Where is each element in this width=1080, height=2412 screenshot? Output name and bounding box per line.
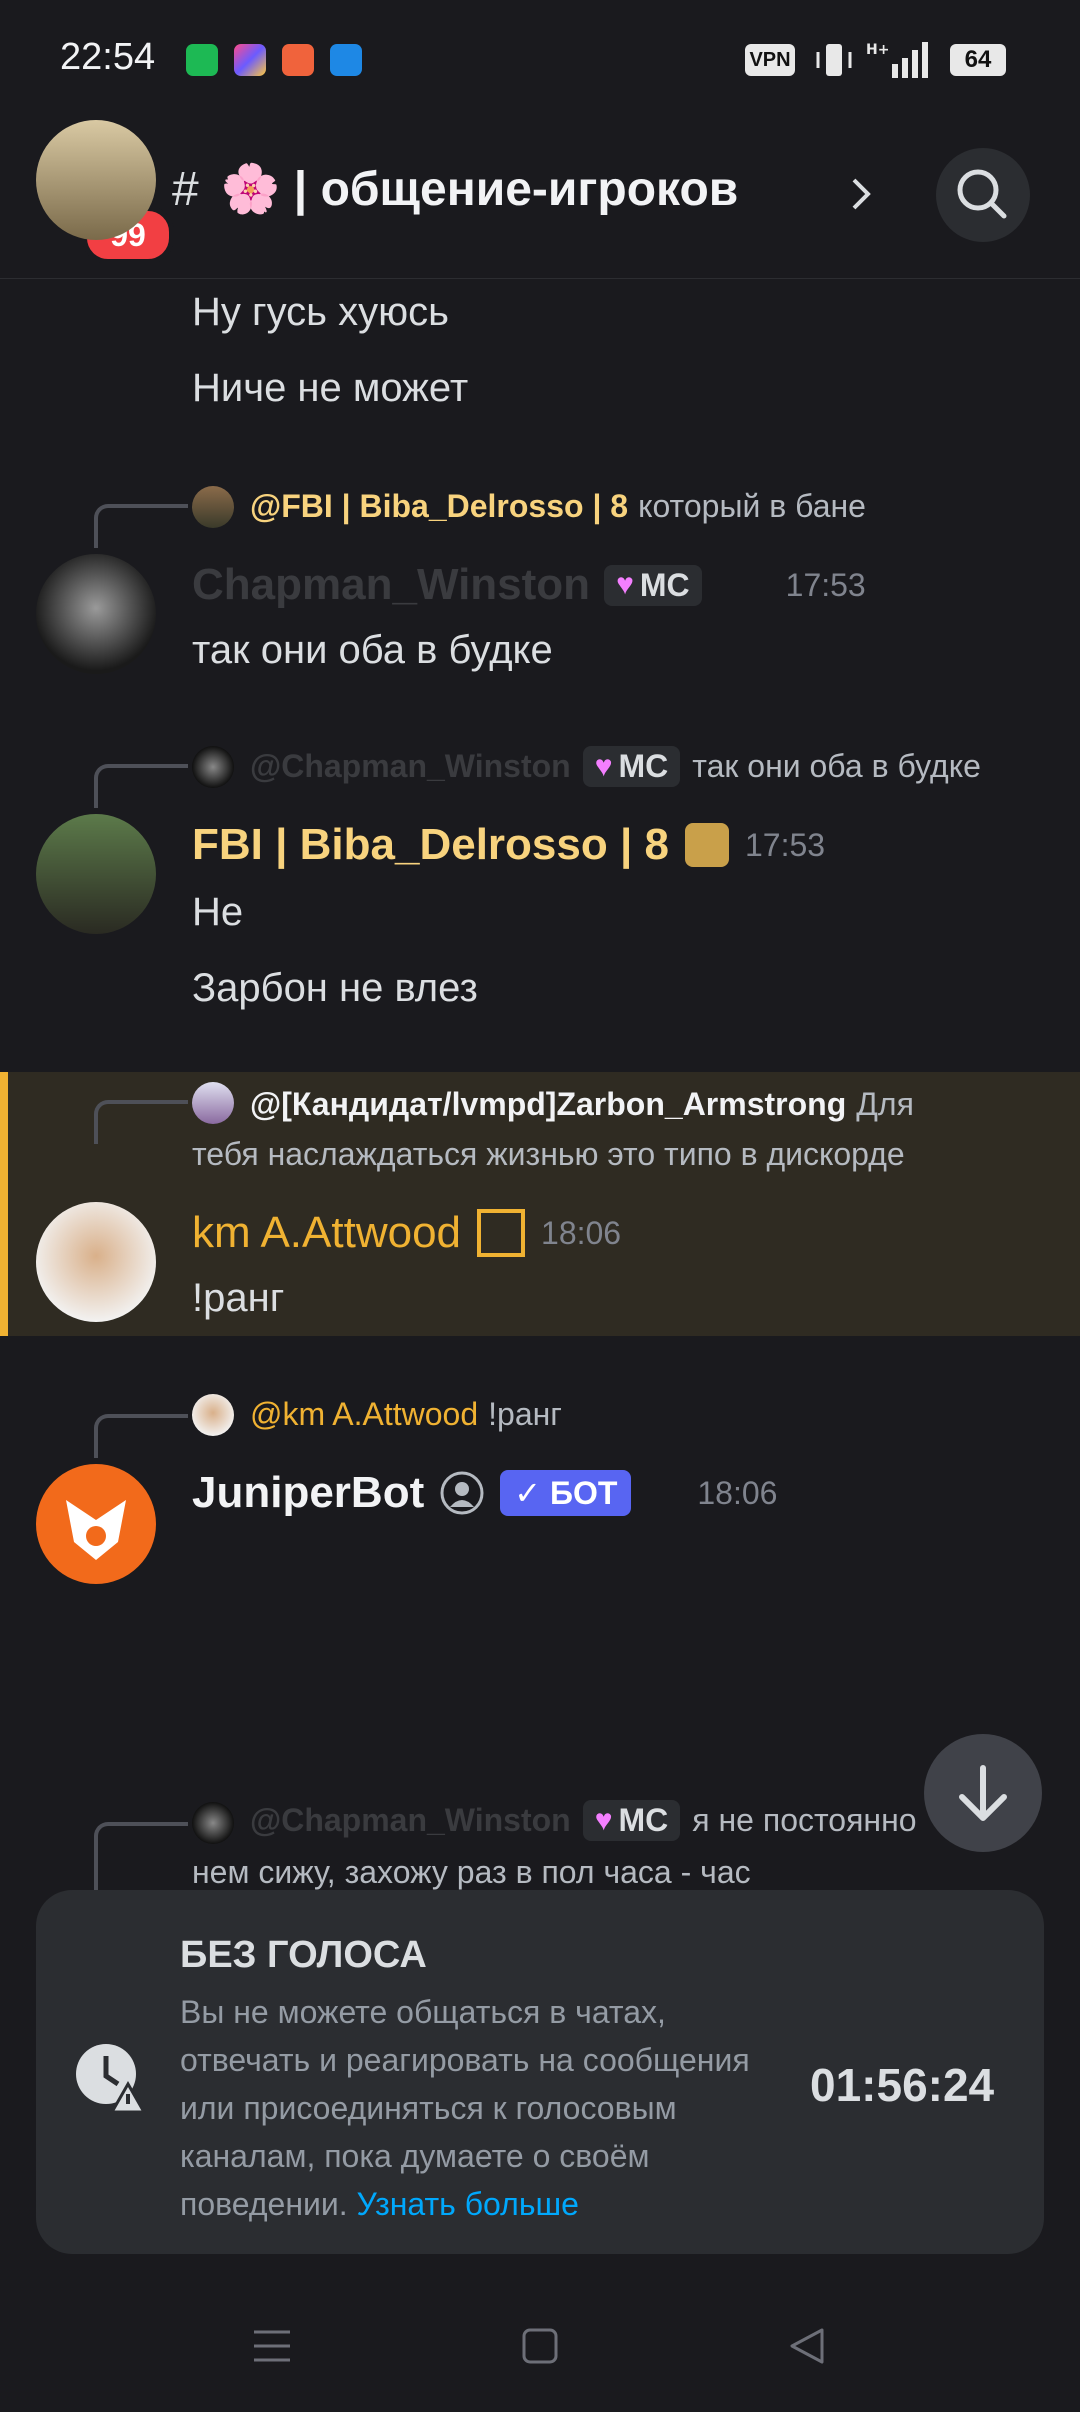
menu-icon[interactable] [252,2326,292,2366]
message-text: Ниче не может [192,366,469,410]
key-icon [330,44,362,76]
message-header: FBI | Biba_Delrosso | 8 17:53 [192,820,825,870]
role-tag: ♥ MC [582,1800,681,1841]
message-text: так они оба в будке [192,628,553,672]
police-badge-icon [684,823,729,867]
avatar[interactable] [36,120,156,240]
bot-tag: ✓ БОТ [500,1470,632,1516]
message-header: JuniperBot ✓ БОТ 18:06 [192,1468,777,1518]
message-text: !ранг [192,1276,285,1320]
author-name[interactable]: JuniperBot [192,1468,424,1518]
reply-text: Для [856,1086,914,1122]
reply-connector [94,1100,188,1144]
author-name[interactable]: Chapman_Winston [192,560,590,610]
reply-preview[interactable]: @Chapman_Winston ♥ MC я не постоянно [250,1800,917,1841]
user-silhouette-icon [440,1471,484,1515]
heart-icon: ♥ [594,749,613,783]
reply-author: @km A.Attwood [250,1396,479,1432]
reply-text: я не постоянно [692,1802,917,1838]
reply-connector [94,764,188,808]
role-tag-label: MC [639,566,690,603]
reply-avatar [192,1394,234,1436]
svg-text:H+: H+ [866,42,889,58]
reply-author: @Chapman_Winston [250,748,571,784]
home-icon[interactable] [520,2326,560,2366]
author-name[interactable]: FBI | Biba_Delrosso | 8 [192,820,669,870]
message-text: Зарбон не влез [192,966,478,1010]
gallery-icon [282,44,314,76]
bot-avatar[interactable] [36,1464,156,1584]
reply-text: !ранг [488,1396,562,1432]
reply-author: @Chapman_Winston [250,1802,571,1838]
channel-title-text: 🌸 | общение-игроков [220,163,739,216]
author-name[interactable]: km A.Attwood [192,1208,461,1258]
learn-more-link[interactable]: Узнать больше [357,2186,579,2222]
message-header: Chapman_Winston ♥ MC 17:53 [192,560,866,610]
reply-text-continued: тебя наслаждаться жизнью это типо в диск… [192,1136,905,1172]
back-icon[interactable] [786,2326,826,2366]
arrow-down-icon [959,1765,1007,1821]
role-tag: ♥ MC [604,564,702,606]
timestamp: 18:06 [541,1214,622,1251]
chevron-right-icon[interactable] [850,176,874,212]
reply-text: так они оба в будке [692,748,981,784]
reply-avatar [192,1802,234,1844]
reply-connector [94,1414,188,1458]
spotify-icon [186,44,218,76]
reply-author: @FBI | Biba_Delrosso | 8 [250,488,629,524]
avatar[interactable] [36,554,156,674]
search-button[interactable] [936,148,1030,242]
message-header: km A.Attwood 18:06 [192,1208,621,1258]
signal-icon: H+ [866,42,928,78]
heart-icon: ♥ [594,1803,613,1837]
reply-connector [94,504,188,548]
app-icon-colorful [234,44,266,76]
reply-avatar [192,746,234,788]
fox-logo-icon [66,1500,126,1560]
message-text: Не [192,890,244,934]
reply-text: который в бане [638,488,866,524]
avatar[interactable] [36,1202,156,1322]
role-tag: ♥ MC [582,746,681,787]
reply-author: @[Кандидат/lvmpd]Zarbon_Armstrong [250,1086,847,1122]
timeout-title: БЕЗ ГОЛОСА [180,1934,427,1976]
search-icon [957,169,1007,219]
timeout-description: Вы не можете общаться в чатах, отвечать … [180,1988,780,2228]
heart-icon: ♥ [616,568,634,601]
battery-indicator: 64 [950,44,1006,76]
timeout-timer: 01:56:24 [810,2059,995,2111]
timestamp: 18:06 [697,1474,778,1511]
reply-preview[interactable]: @[Кандидат/lvmpd]Zarbon_Armstrong Для [250,1086,914,1123]
scroll-to-bottom-button[interactable] [924,1734,1042,1852]
reply-avatar [192,486,234,528]
clock-warning-icon [76,2044,147,2114]
role-tag-label: MC [618,748,669,784]
reply-preview[interactable]: @FBI | Biba_Delrosso | 8 который в бане [250,488,866,525]
reply-preview[interactable]: @km A.Attwood !ранг [250,1396,562,1433]
channel-title[interactable]: # 🌸 | общение-игроков [172,160,738,217]
avatar[interactable] [36,814,156,934]
status-time: 22:54 [60,36,156,78]
timestamp: 17:53 [785,566,866,603]
reply-text-continued: нем сижу, захожу раз в пол часа - час [192,1854,751,1890]
vpn-badge: VPN [745,44,795,76]
vibrate-icon [816,44,852,76]
timestamp: 17:53 [744,826,826,863]
reply-avatar [192,1082,234,1124]
message-text: Ну гусь хуюсь [192,290,449,334]
reply-connector [94,1822,188,1896]
knight-badge-icon [477,1209,526,1257]
reply-preview[interactable]: @Chapman_Winston ♥ MC так они оба в будке [250,746,981,787]
role-tag-label: MC [618,1802,669,1838]
